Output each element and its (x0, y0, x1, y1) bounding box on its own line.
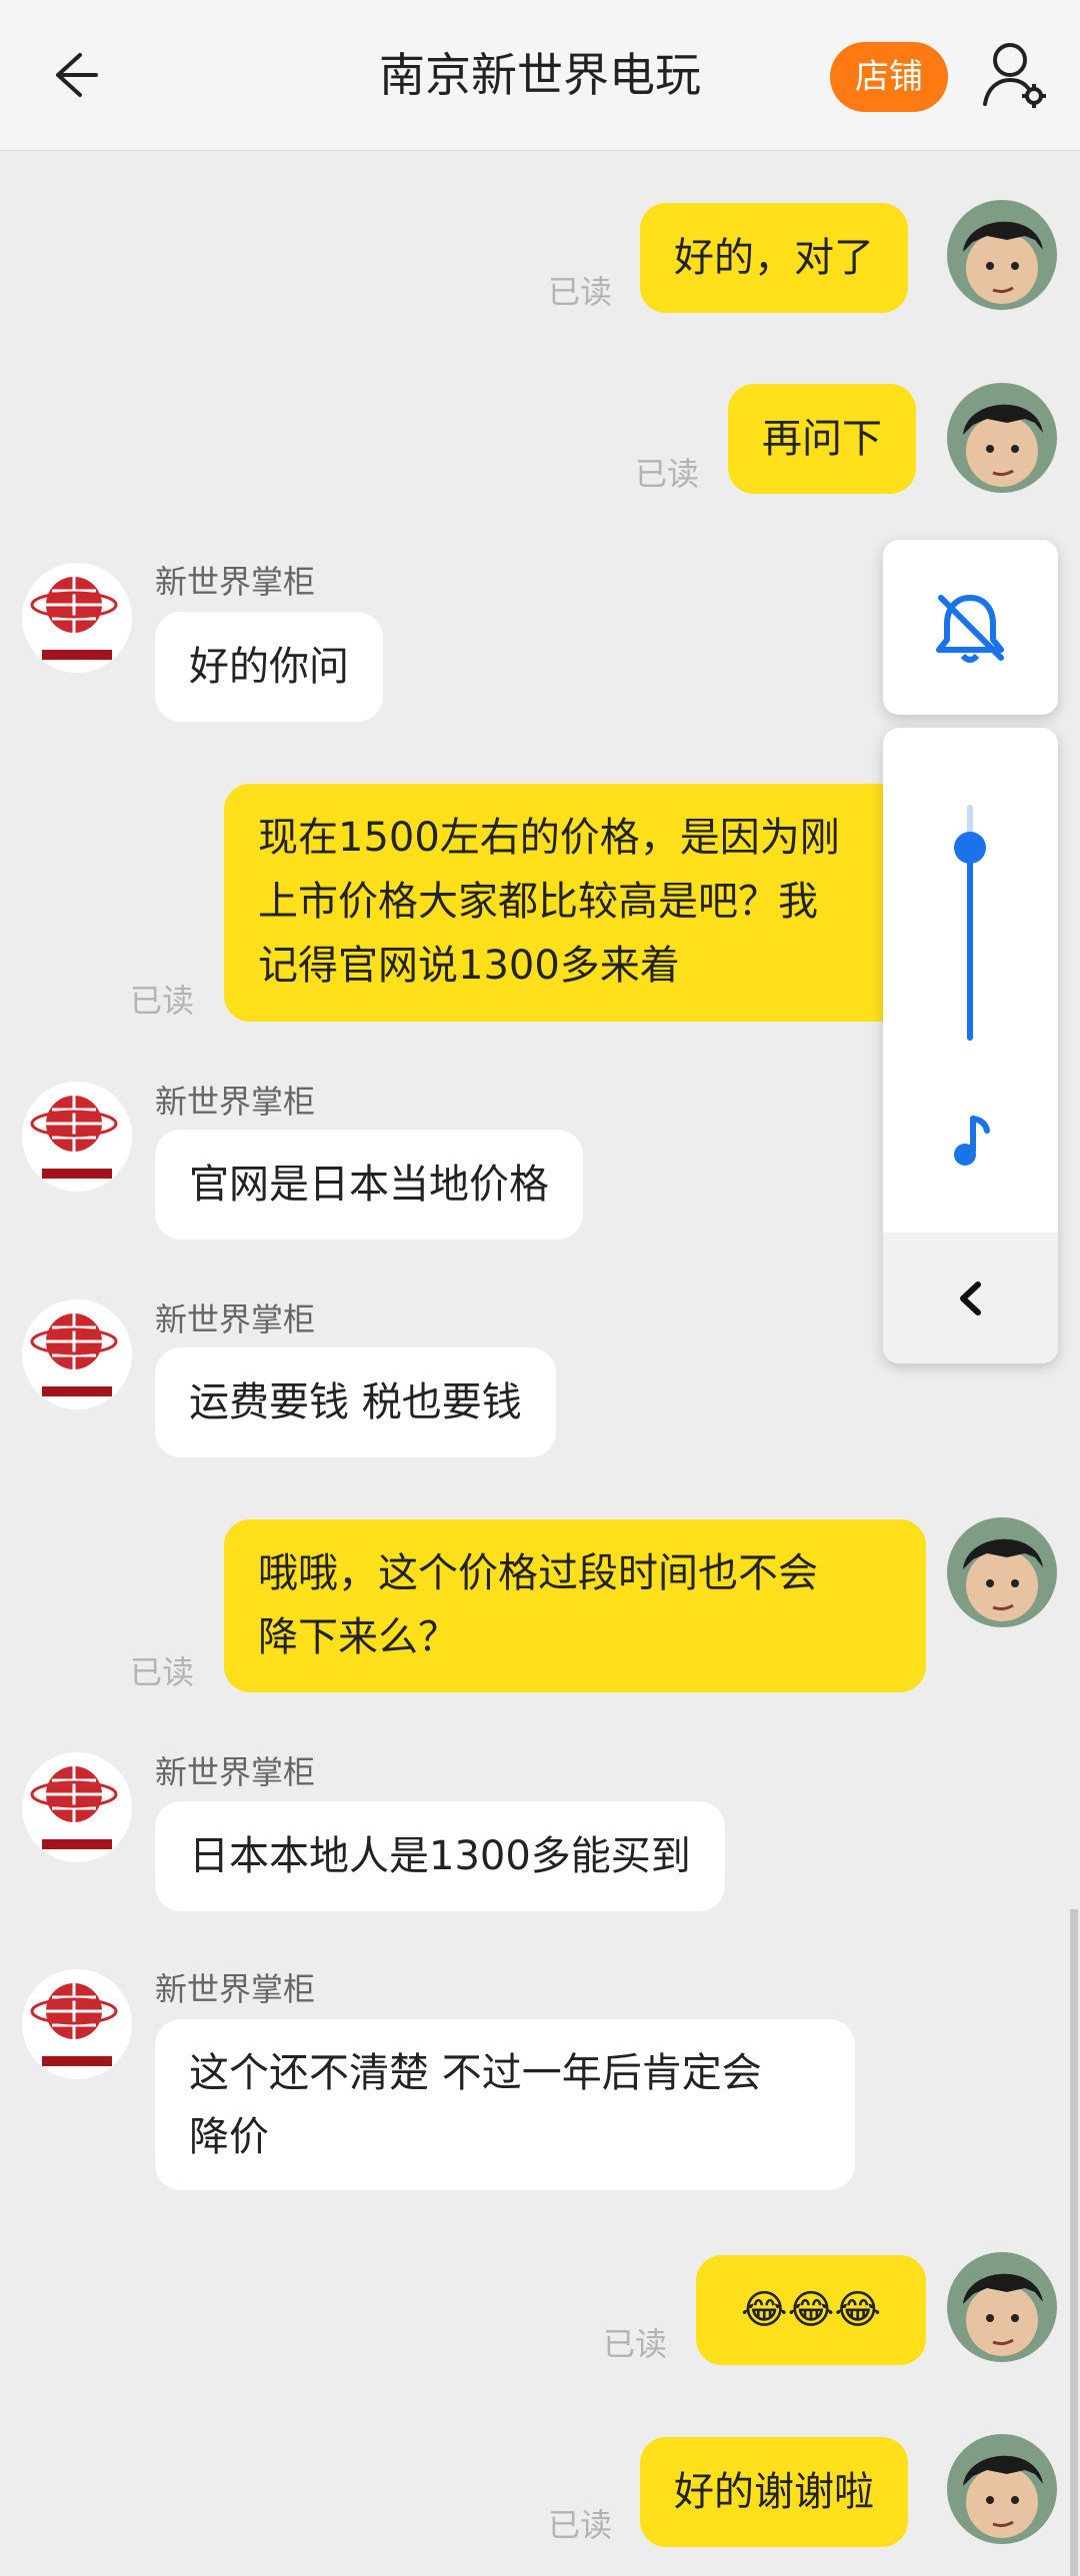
my-message-bubble[interactable]: 再问下 (728, 384, 916, 494)
my-avatar[interactable] (947, 2252, 1057, 2362)
my-message-bubble[interactable]: 现在1500左右的价格，是因为刚 上市价格大家都比较高是吧？我 记得官网说130… (224, 784, 924, 1022)
shop-message-bubble[interactable]: 好的你问 (155, 612, 383, 722)
volume-expand-button[interactable] (883, 1233, 1058, 1363)
shop-message-bubble[interactable]: 运费要钱 税也要钱 (155, 1347, 556, 1457)
shop-message-bubble[interactable]: 日本本地人是1300多能买到 (155, 1801, 725, 1911)
my-avatar[interactable] (947, 2434, 1057, 2544)
my-avatar[interactable] (947, 383, 1057, 493)
read-receipt: 已读 (548, 273, 613, 311)
sender-name: 新世界掌柜 (155, 1083, 316, 1121)
shop-avatar[interactable] (22, 563, 132, 673)
sender-name: 新世界掌柜 (155, 1753, 316, 1791)
music-note-icon (943, 1113, 999, 1169)
my-message-bubble[interactable]: 好的谢谢啦 (640, 2437, 908, 2547)
my-message-bubble[interactable]: 😂😂😂 (696, 2255, 926, 2365)
message-line: 上市价格大家都比较高是吧？我 (258, 879, 818, 925)
read-receipt: 已读 (130, 982, 195, 1020)
read-receipt: 已读 (635, 455, 700, 493)
volume-panel (883, 728, 1058, 1363)
sender-name: 新世界掌柜 (155, 1970, 316, 2008)
my-avatar[interactable] (947, 200, 1057, 310)
shop-avatar[interactable] (22, 1082, 132, 1192)
shop-button[interactable]: 店铺 (830, 42, 948, 112)
shop-message-bubble[interactable]: 这个还不清楚 不过一年后肯定会 降价 (155, 2019, 855, 2190)
my-avatar[interactable] (947, 1517, 1057, 1627)
sender-name: 新世界掌柜 (155, 1300, 316, 1338)
shop-avatar[interactable] (22, 1969, 132, 2079)
mute-toggle-button[interactable] (883, 540, 1058, 715)
bell-off-icon (936, 595, 1004, 663)
scrollbar[interactable] (1070, 1909, 1078, 2576)
shop-avatar[interactable] (22, 1299, 132, 1409)
message-line: 降价 (189, 2114, 269, 2160)
message-line: 降下来么？ (258, 1614, 458, 1660)
chevron-left-icon (960, 1282, 981, 1315)
read-receipt: 已读 (603, 2325, 668, 2363)
shop-message-bubble[interactable]: 官网是日本当地价格 (155, 1130, 583, 1240)
read-receipt: 已读 (548, 2506, 613, 2544)
read-receipt: 已读 (130, 1653, 195, 1691)
sender-name: 新世界掌柜 (155, 563, 316, 601)
shop-avatar[interactable] (22, 1752, 132, 1862)
user-settings-icon[interactable] (980, 38, 1050, 113)
message-line: 现在1500左右的价格，是因为刚 (258, 815, 840, 861)
my-message-bubble[interactable]: 哦哦，这个价格过段时间也不会 降下来么？ (224, 1519, 926, 1692)
my-message-bubble[interactable]: 好的，对了 (640, 203, 908, 313)
message-line: 哦哦，这个价格过段时间也不会 (258, 1550, 818, 1596)
message-line: 记得官网说1300多来着 (258, 943, 680, 989)
message-line: 这个还不清楚 不过一年后肯定会 (189, 2050, 762, 2096)
chat-header: 南京新世界电玩 店铺 (0, 0, 1080, 151)
